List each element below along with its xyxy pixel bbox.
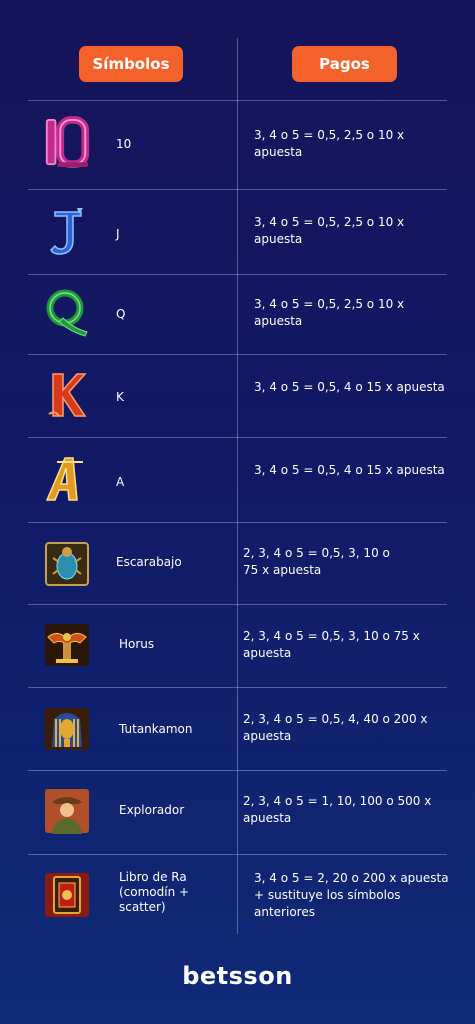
- k-symbol-icon: [42, 370, 92, 420]
- payouts-column-header: Pagos: [292, 46, 397, 82]
- horus-icon: [42, 620, 92, 670]
- payout-text: 3, 4 o 5 = 0,5, 2,5 o 10 x apuesta: [254, 297, 405, 328]
- symbol-name: Explorador: [119, 803, 185, 817]
- payout-text: 2, 3, 4 o 5 = 0,5, 4, 40 o 200 x apuesta: [243, 712, 428, 743]
- brand-logo: betsson: [182, 962, 293, 990]
- table-row: Q 3, 4 o 5 = 0,5, 2,5 o 10 x apuesta: [0, 274, 475, 354]
- payout-text: 3, 4 o 5 = 0,5, 4 o 15 x apuesta: [254, 380, 445, 394]
- q-symbol-icon: [42, 288, 92, 338]
- symbol-name: Horus: [119, 637, 155, 651]
- table-row: A 3, 4 o 5 = 0,5, 4 o 15 x apuesta: [0, 437, 475, 522]
- symbol-name: Escarabajo: [116, 555, 182, 569]
- table-row: Horus 2, 3, 4 o 5 = 0,5, 3, 10 o 75 x ap…: [0, 604, 475, 687]
- payout-text: 3, 4 o 5 = 0,5, 2,5 o 10 x apuesta: [254, 128, 405, 159]
- ten-symbol-icon: [42, 116, 92, 168]
- tutankamon-mask-icon: [42, 704, 92, 754]
- table-row: Libro de Ra (comodín + scatter) 3, 4 o 5…: [0, 854, 475, 934]
- payout-text: 3, 4 o 5 = 2, 20 o 200 x apuesta + susti…: [254, 871, 449, 919]
- symbol-name: Tutankamon: [119, 722, 193, 736]
- payout-text: 2, 3, 4 o 5 = 1, 10, 100 o 500 x apuesta: [243, 794, 432, 825]
- symbol-name: Libro de Ra (comodín + scatter): [119, 870, 190, 914]
- payout-text: 3, 4 o 5 = 0,5, 2,5 o 10 x apuesta: [254, 215, 405, 246]
- table-row: Escarabajo 2, 3, 4 o 5 = 0,5, 3, 10 o 75…: [0, 522, 475, 604]
- symbol-name: J: [116, 227, 120, 241]
- payout-text: 2, 3, 4 o 5 = 0,5, 3, 10 o 75 x apuesta: [243, 546, 390, 577]
- explorer-portrait-icon: [42, 786, 92, 836]
- table-row: Explorador 2, 3, 4 o 5 = 1, 10, 100 o 50…: [0, 770, 475, 854]
- j-symbol-icon: [42, 207, 92, 257]
- symbol-name: K: [116, 390, 124, 404]
- book-of-ra-icon: [42, 870, 92, 920]
- table-row: Tutankamon 2, 3, 4 o 5 = 0,5, 4, 40 o 20…: [0, 687, 475, 770]
- symbols-column-header: Símbolos: [79, 46, 183, 82]
- table-row: 10 3, 4 o 5 = 0,5, 2,5 o 10 x apuesta: [0, 100, 475, 189]
- symbol-name: A: [116, 475, 125, 489]
- table-row: J 3, 4 o 5 = 0,5, 2,5 o 10 x apuesta: [0, 189, 475, 274]
- table-row: K 3, 4 o 5 = 0,5, 4 o 15 x apuesta: [0, 354, 475, 437]
- symbol-name: Q: [116, 307, 126, 321]
- payout-text: 3, 4 o 5 = 0,5, 4 o 15 x apuesta: [254, 463, 445, 477]
- a-symbol-icon: [42, 454, 92, 504]
- payout-text: 2, 3, 4 o 5 = 0,5, 3, 10 o 75 x apuesta: [243, 629, 420, 660]
- symbol-name: 10: [116, 137, 132, 151]
- scarab-icon: [42, 539, 92, 589]
